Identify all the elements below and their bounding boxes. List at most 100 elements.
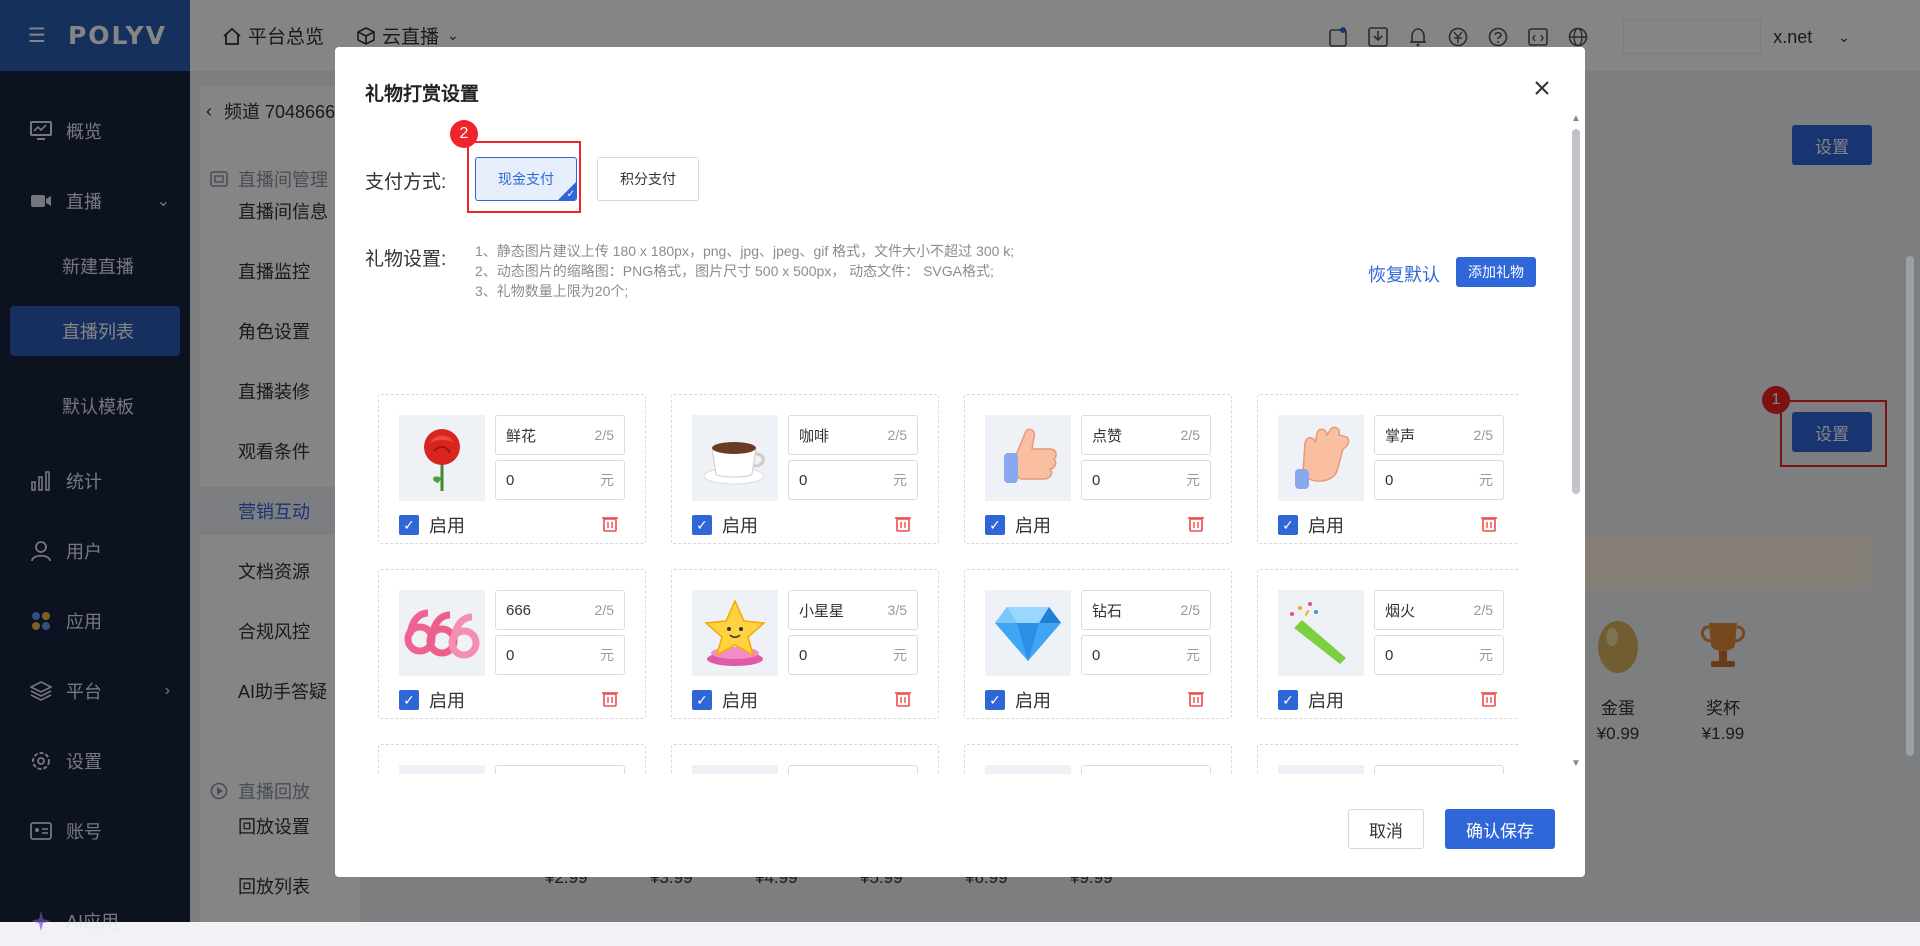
- trash-icon[interactable]: [894, 514, 912, 532]
- gift-image-placeholder[interactable]: [399, 765, 485, 774]
- trash-icon[interactable]: [894, 689, 912, 707]
- gift-name-value: 666: [506, 601, 532, 619]
- gift-price-input[interactable]: 0 元: [495, 460, 625, 500]
- enable-label: 启用: [722, 691, 758, 711]
- gift-image-placeholder[interactable]: [692, 765, 778, 774]
- gift-card: 掌声 2/5 0 元 ✓ 启用: [1257, 394, 1518, 544]
- gift-name-input[interactable]: 掌声 2/5: [1374, 415, 1504, 455]
- gift-enable-checkbox[interactable]: ✓ 启用: [399, 687, 465, 713]
- scroll-up-icon[interactable]: ▲: [1571, 113, 1581, 124]
- gift-name-input[interactable]: 点赞 2/5: [1081, 415, 1211, 455]
- cancel-button[interactable]: 取消: [1348, 809, 1424, 849]
- restore-default-link[interactable]: 恢复默认: [1368, 261, 1440, 287]
- gift-enable-checkbox[interactable]: ✓ 启用: [985, 512, 1051, 538]
- gift-name-input[interactable]: [788, 765, 918, 774]
- checkbox-checked-icon: ✓: [692, 515, 712, 535]
- add-gift-button[interactable]: 添加礼物: [1456, 257, 1536, 287]
- trash-icon[interactable]: [1480, 689, 1498, 707]
- rule-line: 1、静态图片建议上传 180 x 180px，png、jpg、jpeg、gif …: [475, 243, 1015, 259]
- currency-unit: 元: [893, 647, 907, 663]
- trash-icon[interactable]: [601, 514, 619, 532]
- enable-label: 启用: [1308, 516, 1344, 536]
- dialog-scrollbar-thumb[interactable]: [1572, 129, 1580, 494]
- enable-label: 启用: [1015, 516, 1051, 536]
- trash-icon[interactable]: [1187, 689, 1205, 707]
- gift-price-input[interactable]: 0 元: [788, 460, 918, 500]
- gift-enable-checkbox[interactable]: ✓ 启用: [1278, 687, 1344, 713]
- gift-card: 咖啡 2/5 0 元 ✓ 启用: [671, 394, 939, 544]
- gift-name-count: 2/5: [1473, 427, 1493, 443]
- gift-name-count: 2/5: [1180, 427, 1200, 443]
- gift-name-value: 鲜花: [506, 427, 537, 445]
- enable-label: 启用: [1015, 691, 1051, 711]
- checkbox-checked-icon: ✓: [1278, 690, 1298, 710]
- party-popper-icon[interactable]: [1278, 590, 1364, 676]
- checkbox-checked-icon: ✓: [399, 690, 419, 710]
- enable-label: 启用: [1308, 691, 1344, 711]
- gift-price-input[interactable]: 0 元: [1374, 635, 1504, 675]
- scroll-down-icon[interactable]: ▼: [1571, 758, 1581, 769]
- gift-name-value: 小星星: [799, 602, 845, 620]
- gift-price-input[interactable]: 0 元: [1081, 635, 1211, 675]
- gift-name-count: 3/5: [887, 602, 907, 618]
- gift-card: 钻石 2/5 0 元 ✓ 启用: [964, 569, 1232, 719]
- gift-enable-checkbox[interactable]: ✓ 启用: [985, 687, 1051, 713]
- gift-price-input[interactable]: 0 元: [495, 635, 625, 675]
- gift-price-value: 0: [799, 471, 808, 489]
- gift-enable-checkbox[interactable]: ✓ 启用: [692, 512, 758, 538]
- gift-name-count: 2/5: [1473, 602, 1493, 618]
- gift-price-input[interactable]: 0 元: [788, 635, 918, 675]
- gift-enable-checkbox[interactable]: ✓ 启用: [692, 687, 758, 713]
- enable-label: 启用: [429, 691, 465, 711]
- payment-points-option[interactable]: 积分支付: [597, 157, 699, 201]
- gift-name-input[interactable]: [1081, 765, 1211, 774]
- gift-name-input[interactable]: 烟火 2/5: [1374, 590, 1504, 630]
- checkbox-checked-icon: ✓: [692, 690, 712, 710]
- currency-unit: 元: [600, 472, 614, 488]
- gift-image-placeholder[interactable]: [985, 765, 1071, 774]
- close-icon[interactable]: [1529, 75, 1555, 101]
- dialog-title: 礼物打赏设置: [365, 84, 480, 105]
- gift-name-value: 钻石: [1092, 602, 1123, 620]
- number-666-icon[interactable]: [399, 590, 485, 676]
- rose-icon[interactable]: [399, 415, 485, 501]
- save-button[interactable]: 确认保存: [1445, 809, 1555, 849]
- checkbox-checked-icon: ✓: [985, 515, 1005, 535]
- clap-icon[interactable]: [1278, 415, 1364, 501]
- gift-card: 点赞 2/5 0 元 ✓ 启用: [964, 394, 1232, 544]
- checkbox-checked-icon: ✓: [1278, 515, 1298, 535]
- gift-image-placeholder[interactable]: [1278, 765, 1364, 774]
- gift-grid: 鲜花 2/5 0 元 ✓ 启用 咖啡 2/5 0 元 ✓ 启用 点赞 2/5 0…: [378, 394, 1518, 774]
- gift-price-input[interactable]: 0 元: [1081, 460, 1211, 500]
- gift-name-input[interactable]: 小星星 3/5: [788, 590, 918, 630]
- gift-name-input[interactable]: 666 2/5: [495, 590, 625, 630]
- payment-option-label: 积分支付: [620, 171, 676, 187]
- trash-icon[interactable]: [601, 689, 619, 707]
- gift-card: 小星星 3/5 0 元 ✓ 启用: [671, 569, 939, 719]
- gift-card: [378, 744, 646, 774]
- trash-icon[interactable]: [1480, 514, 1498, 532]
- gift-enable-checkbox[interactable]: ✓ 启用: [399, 512, 465, 538]
- gift-price-value: 0: [1092, 471, 1101, 489]
- diamond-icon[interactable]: [985, 590, 1071, 676]
- gift-name-input[interactable]: 鲜花 2/5: [495, 415, 625, 455]
- gift-name-input[interactable]: 咖啡 2/5: [788, 415, 918, 455]
- gift-name-count: 2/5: [594, 427, 614, 443]
- gift-card: [1257, 744, 1518, 774]
- gift-rules: 1、静态图片建议上传 180 x 180px，png、jpg、jpeg、gif …: [475, 241, 1014, 301]
- coffee-icon[interactable]: [692, 415, 778, 501]
- page-scrollbar[interactable]: [1906, 256, 1914, 756]
- currency-unit: 元: [893, 472, 907, 488]
- gift-price-input[interactable]: 0 元: [1374, 460, 1504, 500]
- star-icon[interactable]: [692, 590, 778, 676]
- gift-name-input[interactable]: [495, 765, 625, 774]
- gift-card: 666 2/5 0 元 ✓ 启用: [378, 569, 646, 719]
- thumbs-up-icon[interactable]: [985, 415, 1071, 501]
- currency-unit: 元: [1479, 472, 1493, 488]
- gift-enable-checkbox[interactable]: ✓ 启用: [1278, 512, 1344, 538]
- trash-icon[interactable]: [1187, 514, 1205, 532]
- gift-name-input[interactable]: 钻石 2/5: [1081, 590, 1211, 630]
- rule-line: 2、动态图片的缩略图：PNG格式，图片尺寸 500 x 500px， 动态文件：…: [475, 263, 994, 279]
- gift-price-value: 0: [1385, 646, 1394, 664]
- gift-name-input[interactable]: [1374, 765, 1504, 774]
